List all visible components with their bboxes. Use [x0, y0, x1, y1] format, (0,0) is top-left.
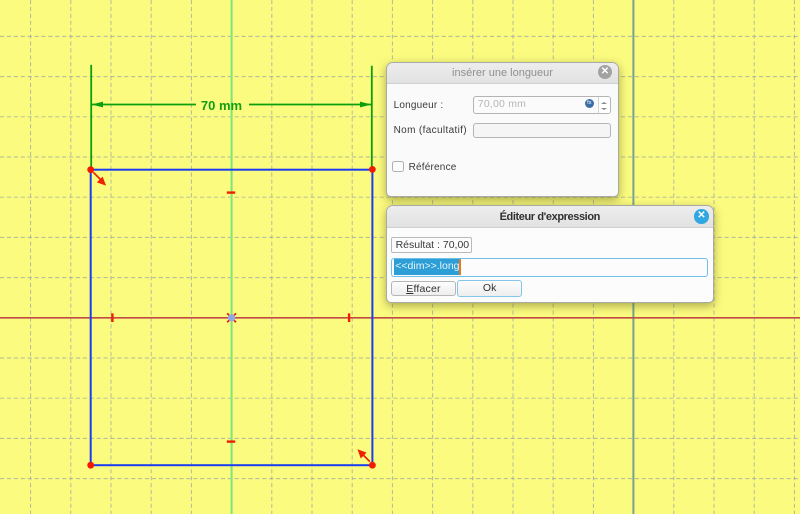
svg-text:70 mm: 70 mm	[201, 98, 242, 113]
